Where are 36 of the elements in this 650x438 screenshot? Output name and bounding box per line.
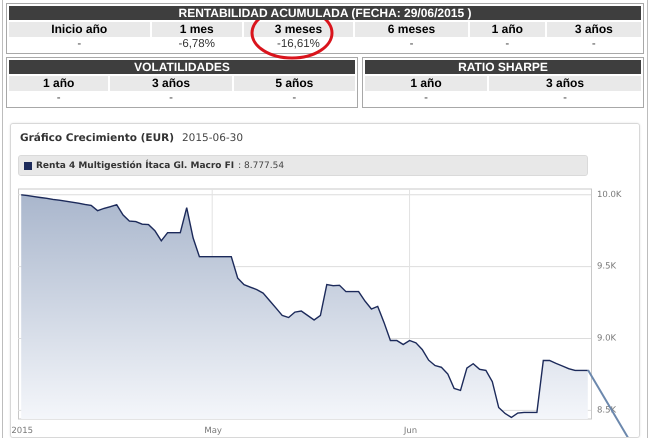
table-cell-text: -6,78% [177,37,216,51]
column-header: 3 años [546,22,641,37]
column-header: Inicio año [9,22,150,37]
axis-label: Jun [404,426,418,436]
table-cell-text: - [408,37,414,51]
table-cell-text: - [56,91,62,105]
column-header: 6 meses [354,22,468,37]
axis-label: 9.0K [597,334,616,344]
chart-date: 2015-06-30 [182,132,244,144]
trend-line [586,369,629,437]
table-cell-text: - [423,91,429,105]
table-cell-text: - [562,91,568,105]
panel-title: VOLATILIDADES [9,60,355,74]
legend-value: : 8.777.54 [238,160,284,170]
axis-label: May [204,426,222,436]
table-cell-text: - [76,37,82,51]
table-cell-text: - [291,91,298,105]
column-header: 3 años [489,76,641,91]
column-header: 3 meses [244,22,353,37]
panel-title: RATIO SHARPE [365,60,641,74]
table-cell-text: -16,61% [276,37,321,51]
panel-title: RENTABILIDAD ACUMULADA (FECHA: 29/06/2015 ) [9,6,641,20]
column-header: 3 años [110,76,232,91]
column-header: 1 año [470,22,545,37]
table-cell-text: - [504,37,510,51]
axis-label: 9.5K [597,262,616,272]
column-header: 1 año [9,76,108,91]
axis-label: 2015 [11,426,33,436]
column-header: 1 mes [152,22,242,37]
column-header: 5 años [234,76,355,91]
chart-title: Gráfico Crecimiento (EUR) [20,132,174,144]
axis-label: 10.0K [597,190,622,200]
table-cell-text: - [168,91,174,105]
column-header: 1 año [365,76,488,91]
legend-label: Renta 4 Multigestión Ítaca Gl. Macro FI [36,160,234,170]
table-cell-text: - [590,37,597,51]
